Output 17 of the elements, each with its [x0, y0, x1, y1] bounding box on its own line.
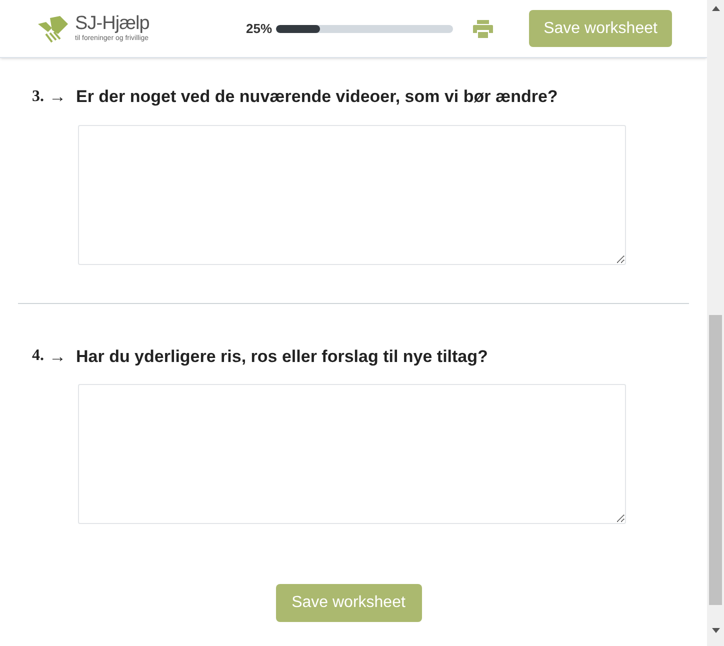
save-worksheet-button[interactable]: Save worksheet	[529, 10, 672, 47]
scrollbar-thumb[interactable]	[709, 315, 722, 605]
question-number: 3.	[32, 86, 44, 107]
answer-box[interactable]	[78, 124, 626, 264]
question-text: Har du yderligere ris, ros eller forslag til nye tiltag?	[76, 346, 488, 368]
scrollbar[interactable]	[707, 0, 724, 646]
scroll-up-icon[interactable]	[712, 6, 720, 11]
arrow-glyph: →	[49, 86, 66, 108]
progress-reading: 25%	[246, 20, 272, 38]
printer-icon[interactable]	[473, 20, 494, 38]
answer-box[interactable]	[78, 384, 626, 524]
arrow-glyph: →	[49, 346, 66, 368]
question-number: 4.	[32, 346, 44, 366]
save-worksheet-button[interactable]: Save worksheet	[276, 584, 422, 622]
scroll-down-icon[interactable]	[712, 628, 720, 633]
question-text: Er der noget ved de nuværende videoer, som vi bør ændre?	[76, 86, 558, 108]
logo-title: SJ-Hjælp	[75, 14, 150, 34]
